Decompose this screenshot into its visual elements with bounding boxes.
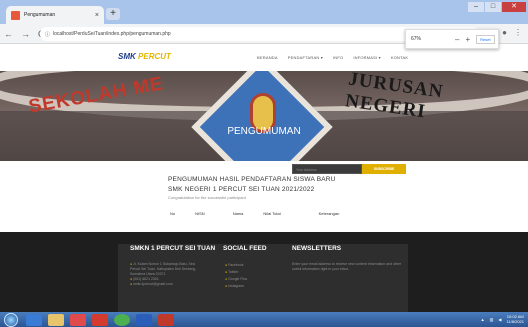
forward-icon[interactable]: → — [21, 29, 30, 39]
chrome-icon[interactable] — [114, 313, 130, 326]
nav-info[interactable]: INFO — [333, 55, 343, 60]
social-feed-list: ● Facebook ● Twitter ● Google Plus ● Ins… — [225, 262, 247, 290]
zoom-in-button[interactable]: + — [465, 35, 470, 44]
social-google-plus[interactable]: ● Google Plus — [225, 276, 247, 283]
zoom-popup: 67% – + Reset — [405, 29, 499, 49]
explorer-icon[interactable] — [48, 313, 64, 326]
site-nav: BERANDA PENDAFTARAN ▾ INFO INFORMASI ▾ K… — [257, 55, 408, 60]
site-footer: SMKN 1 PERCUT SEI TUAN ● Jl. Kolam Nomor… — [0, 232, 528, 312]
start-button-icon[interactable] — [4, 312, 18, 327]
social-facebook[interactable]: ● Facebook — [225, 262, 247, 269]
zoom-level: 67% — [411, 36, 422, 42]
nav-kontak[interactable]: KONTAK — [391, 55, 408, 60]
media-icon[interactable] — [70, 313, 86, 326]
web-page: SMK PERCUT BERANDA PENDAFTARAN ▾ INFO IN… — [0, 45, 528, 312]
tab-pengumuman[interactable]: Pengumuman × — [6, 6, 104, 24]
tab-close-button[interactable]: × — [95, 12, 99, 19]
announcement-heading: PENGUMUMAN HASIL PENDAFTARAN SISWA BARU … — [168, 176, 336, 193]
nav-beranda[interactable]: BERANDA — [257, 55, 278, 60]
network-icon[interactable]: ▥ — [490, 317, 494, 322]
nav-informasi[interactable]: INFORMASI ▾ — [353, 55, 381, 60]
app-icon[interactable] — [92, 313, 108, 326]
column-nama: Nama — [232, 211, 244, 216]
column-nilai-total: Nilai Total — [263, 211, 281, 216]
hero-banner: SEKOLAH ME JURUSAN NEGERI PENGUMUMAN — [0, 71, 528, 161]
system-tray: ▲ ▥ ◀ 10:02 AM 11/8/2021 — [481, 314, 524, 324]
info-icon[interactable]: ⓘ — [45, 31, 50, 38]
column-keterangan: Keterangan — [318, 211, 340, 216]
profile-icon[interactable]: ● — [502, 28, 507, 37]
volume-icon[interactable]: ◀ — [498, 317, 501, 322]
browser-tab-strip: Pengumuman × + – □ ✕ — [0, 0, 528, 24]
zoom-out-button[interactable]: – — [455, 35, 459, 44]
announcement-subtitle: Congratulation for the successful partic… — [168, 195, 246, 200]
footer-heading-school: SMKN 1 PERCUT SEI TUAN — [130, 245, 216, 252]
back-icon[interactable]: ← — [4, 29, 13, 39]
results-table-header: No NISN Nama Nilai Total Keterangan — [170, 211, 359, 216]
zoom-reset-button[interactable]: Reset — [476, 34, 495, 44]
page-title: PENGUMUMAN — [227, 126, 301, 137]
footer-address: ● Jl. Kolam Nomor 1 Sukamaju Batu, Sea P… — [130, 262, 196, 286]
window-controls: – □ ✕ — [468, 2, 526, 12]
column-nisn: NISN — [195, 211, 205, 216]
tray-flag-icon[interactable]: ▲ — [481, 317, 485, 322]
maximize-button[interactable]: □ — [485, 2, 501, 12]
close-window-button[interactable]: ✕ — [502, 2, 526, 12]
word-icon[interactable] — [136, 313, 152, 326]
nav-pendaftaran[interactable]: PENDAFTARAN ▾ — [288, 55, 323, 60]
ie-icon[interactable] — [26, 313, 42, 326]
newsletter-text: Enter your email address to receive new … — [292, 262, 401, 271]
subscribe-button[interactable]: SUBSCRIBE — [362, 164, 406, 174]
minimize-button[interactable]: – — [468, 2, 484, 12]
newsletter-email-input[interactable]: Your Address — [292, 164, 362, 174]
os-taskbar: ▲ ▥ ◀ 10:02 AM 11/8/2021 — [0, 312, 528, 327]
paint-icon[interactable] — [158, 313, 174, 326]
footer-heading-social: SOCIAL FEED — [223, 245, 267, 252]
url-text: localhost/PerduSeiTuan/index.php/pengumu… — [53, 31, 171, 37]
clock-date[interactable]: 11/8/2021 — [507, 319, 525, 324]
footer-heading-newsletters: NEWSLETTERS — [292, 245, 342, 252]
new-tab-button[interactable]: + — [106, 8, 120, 20]
announcement-section: PENGUMUMAN HASIL PENDAFTARAN SISWA BARU … — [0, 161, 528, 241]
menu-icon[interactable]: ⋮ — [514, 28, 522, 37]
column-no: No — [170, 211, 176, 216]
favicon-icon — [11, 10, 20, 20]
social-twitter[interactable]: ● Twitter — [225, 269, 247, 276]
site-logo[interactable]: SMK PERCUT — [118, 52, 171, 61]
social-instagram[interactable]: ● Instagram — [225, 283, 247, 290]
tab-title: Pengumuman — [24, 12, 56, 18]
